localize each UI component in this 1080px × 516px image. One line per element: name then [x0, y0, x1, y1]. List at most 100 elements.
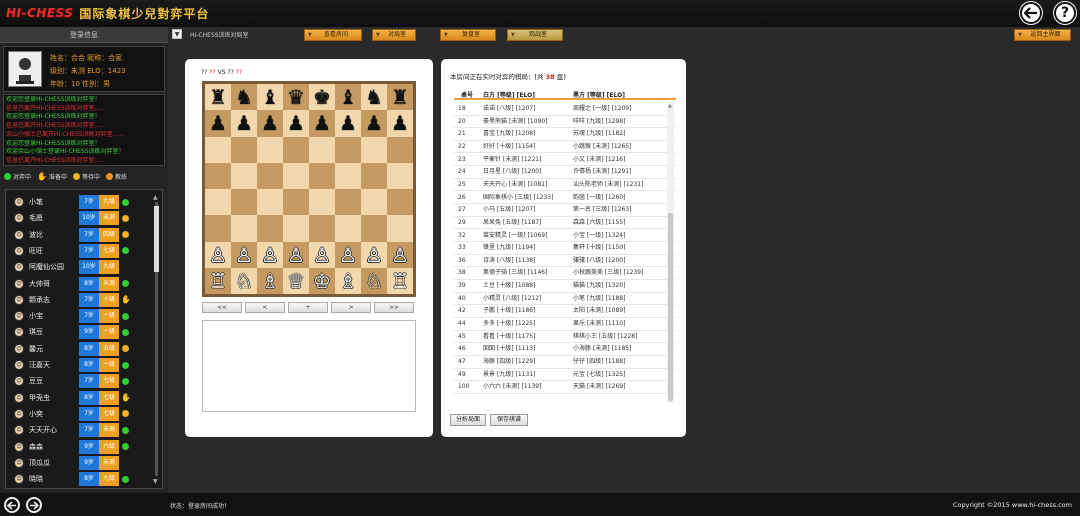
board-square[interactable] [309, 215, 335, 242]
board-square[interactable]: ♙ [335, 241, 361, 268]
game-row[interactable]: 39 土豆 [十级] [1088] 猫猫 [九级] [1320] [454, 280, 676, 293]
player-row[interactable]: ☺ 毛愿 10岁 未测 [8, 210, 150, 226]
board-square[interactable] [309, 162, 335, 189]
board-square[interactable]: ♔ [309, 267, 335, 294]
room-dropdown-toggle[interactable]: ▼ [172, 29, 182, 39]
game-room-button[interactable]: 对局室 [372, 29, 416, 41]
board-square[interactable] [283, 136, 309, 163]
flip-board-button[interactable]: + [288, 302, 328, 313]
chess-piece[interactable]: ♙ [235, 245, 253, 265]
board-square[interactable] [231, 189, 257, 216]
scroll-thumb[interactable] [154, 206, 159, 272]
board-square[interactable]: ♟ [205, 110, 231, 137]
board-square[interactable]: ♘ [231, 267, 257, 294]
scroll-up-icon[interactable]: ▲ [153, 194, 158, 201]
chess-piece[interactable]: ♟ [261, 113, 279, 133]
board-square[interactable]: ♟ [361, 110, 387, 137]
chess-piece[interactable]: ♙ [365, 245, 383, 265]
game-row[interactable]: 29 呆呆兔 [五级] [1187] 森森 [六级] [1155] [454, 217, 676, 230]
board-square[interactable] [205, 215, 231, 242]
save-game-button[interactable]: 保存棋谱 [490, 414, 528, 426]
player-list-scrollbar[interactable]: ▲ ▼ [153, 194, 159, 485]
game-row[interactable]: 100 小六六 [未测] [1139] 天猫 [未测] [1269] [454, 381, 676, 394]
player-row[interactable]: ☺ 馨元 8岁 五级 [8, 341, 150, 357]
chess-piece[interactable]: ♝ [339, 87, 357, 107]
chess-piece[interactable]: ♟ [391, 113, 409, 133]
board-square[interactable]: ♙ [205, 241, 231, 268]
board-square[interactable]: ♙ [309, 241, 335, 268]
next-move-button[interactable]: > [331, 302, 371, 313]
help-icon[interactable]: ? [1054, 2, 1076, 24]
board-square[interactable]: ♘ [361, 267, 387, 294]
chess-piece[interactable]: ♖ [391, 271, 409, 291]
board-square[interactable] [231, 136, 257, 163]
board-square[interactable]: ♜ [387, 84, 413, 111]
board-square[interactable]: ♕ [283, 267, 309, 294]
chess-piece[interactable]: ♟ [287, 113, 305, 133]
game-row[interactable]: 27 小马 [五级] [1207] 第一名 [三级] [1263] [454, 204, 676, 217]
scroll-up-icon[interactable]: ▲ [668, 103, 672, 109]
game-row[interactable]: 42 子鹏 [十级] [1186] 太阳 [未测] [1089] [454, 305, 676, 318]
game-row[interactable]: 38 奥德子骑 [三级] [1146] 小秋跟美美 [三级] [1239] [454, 267, 676, 280]
board-square[interactable]: ♙ [283, 241, 309, 268]
chess-piece[interactable]: ♚ [313, 87, 331, 107]
chess-piece[interactable]: ♙ [287, 245, 305, 265]
move-record-box[interactable] [202, 320, 416, 412]
return-home-button[interactable]: 返回主界面 [1014, 29, 1071, 41]
analyze-position-button[interactable]: 分析局面 [450, 414, 486, 426]
first-move-button[interactable]: << [202, 302, 242, 313]
board-square[interactable] [309, 136, 335, 163]
board-square[interactable]: ♜ [205, 84, 231, 111]
board-square[interactable] [257, 215, 283, 242]
board-square[interactable]: ♗ [257, 267, 283, 294]
board-square[interactable] [205, 189, 231, 216]
player-row[interactable]: ☺ 旺旺 7岁 七级 [8, 243, 150, 259]
board-square[interactable] [387, 136, 413, 163]
chess-piece[interactable]: ♞ [365, 87, 383, 107]
player-row[interactable]: ☺ 波比 7岁 四级 [8, 227, 150, 243]
chess-piece[interactable]: ♟ [365, 113, 383, 133]
board-square[interactable]: ♙ [387, 241, 413, 268]
chess-piece[interactable]: ♛ [287, 87, 305, 107]
board-square[interactable]: ♟ [283, 110, 309, 137]
game-row[interactable]: 49 景景 [九级] [1131] 元宝 [七级] [1325] [454, 369, 676, 382]
forward-circle-icon[interactable] [26, 497, 42, 513]
board-square[interactable] [257, 162, 283, 189]
chess-piece[interactable]: ♟ [209, 113, 227, 133]
game-row[interactable]: 22 好好 [十级] [1154] 小跳猴 [未测] [1265] [454, 141, 676, 154]
back-circle-icon[interactable] [4, 497, 20, 513]
chess-piece[interactable]: ♟ [339, 113, 357, 133]
game-row[interactable]: 40 小精灵 [八级] [1212] 小笔 [九级] [1188] [454, 293, 676, 306]
board-square[interactable] [335, 215, 361, 242]
game-row[interactable]: 26 国际象棋小 [三级] [1233] 韵茵 [一级] [1260] [454, 192, 676, 205]
player-row[interactable]: ☺ 天天开心 7岁 未测 [8, 422, 150, 438]
board-square[interactable] [387, 162, 413, 189]
board-square[interactable]: ♙ [361, 241, 387, 268]
player-row[interactable]: ☺ 汪嘉天 8岁 一级 [8, 357, 150, 373]
game-row[interactable]: 36 诗涛 [八级] [1138] 骧骧 [八级] [1200] [454, 255, 676, 268]
board-square[interactable]: ♞ [231, 84, 257, 111]
games-scrollbar[interactable]: ▲ [667, 103, 674, 403]
chess-piece[interactable]: ♗ [261, 271, 279, 291]
chess-piece[interactable]: ♘ [365, 271, 383, 291]
view-room-button[interactable]: 查看房间 [304, 29, 362, 41]
game-row[interactable]: 47 海豚 [四级] [1229] 仔仔 [四级] [1188] [454, 356, 676, 369]
board-square[interactable] [361, 189, 387, 216]
chess-board[interactable]: ♜ ♞ ♝ ♛ ♚ ♝ ♞ ♜ ♟ ♟ ♟ ♟ ♟ ♟ ♟ ♟ ♙ ♙ ♙ ♙ ♙ ♙ ♙ ♙ ♖ ♘ ♗ ♕ ♔ ♗ ♘ ♖ [202, 81, 416, 297]
player-row[interactable]: ☺ 颗承志 7岁 十级 ✋ [8, 292, 150, 308]
game-row[interactable]: 24 日月星 [八级] [1200] 许倩杨 [未测] [1291] [454, 166, 676, 179]
board-square[interactable]: ♖ [205, 267, 231, 294]
board-square[interactable] [283, 162, 309, 189]
player-row[interactable]: ☺ 小奕 7岁 七级 [8, 406, 150, 422]
board-square[interactable] [283, 215, 309, 242]
player-row[interactable]: ☺ 小宝 7岁 一级 [8, 308, 150, 324]
player-row[interactable]: ☺ 小笔 7岁 九级 [8, 194, 150, 210]
board-square[interactable] [283, 189, 309, 216]
game-row[interactable]: 21 喜宝 [九级] [1208] 苏魂 [九级] [1182] [454, 128, 676, 141]
chess-piece[interactable]: ♝ [261, 87, 279, 107]
board-square[interactable] [387, 189, 413, 216]
chess-piece[interactable]: ♘ [235, 271, 253, 291]
board-square[interactable] [205, 136, 231, 163]
chess-piece[interactable]: ♖ [209, 271, 227, 291]
board-square[interactable]: ♛ [283, 84, 309, 111]
